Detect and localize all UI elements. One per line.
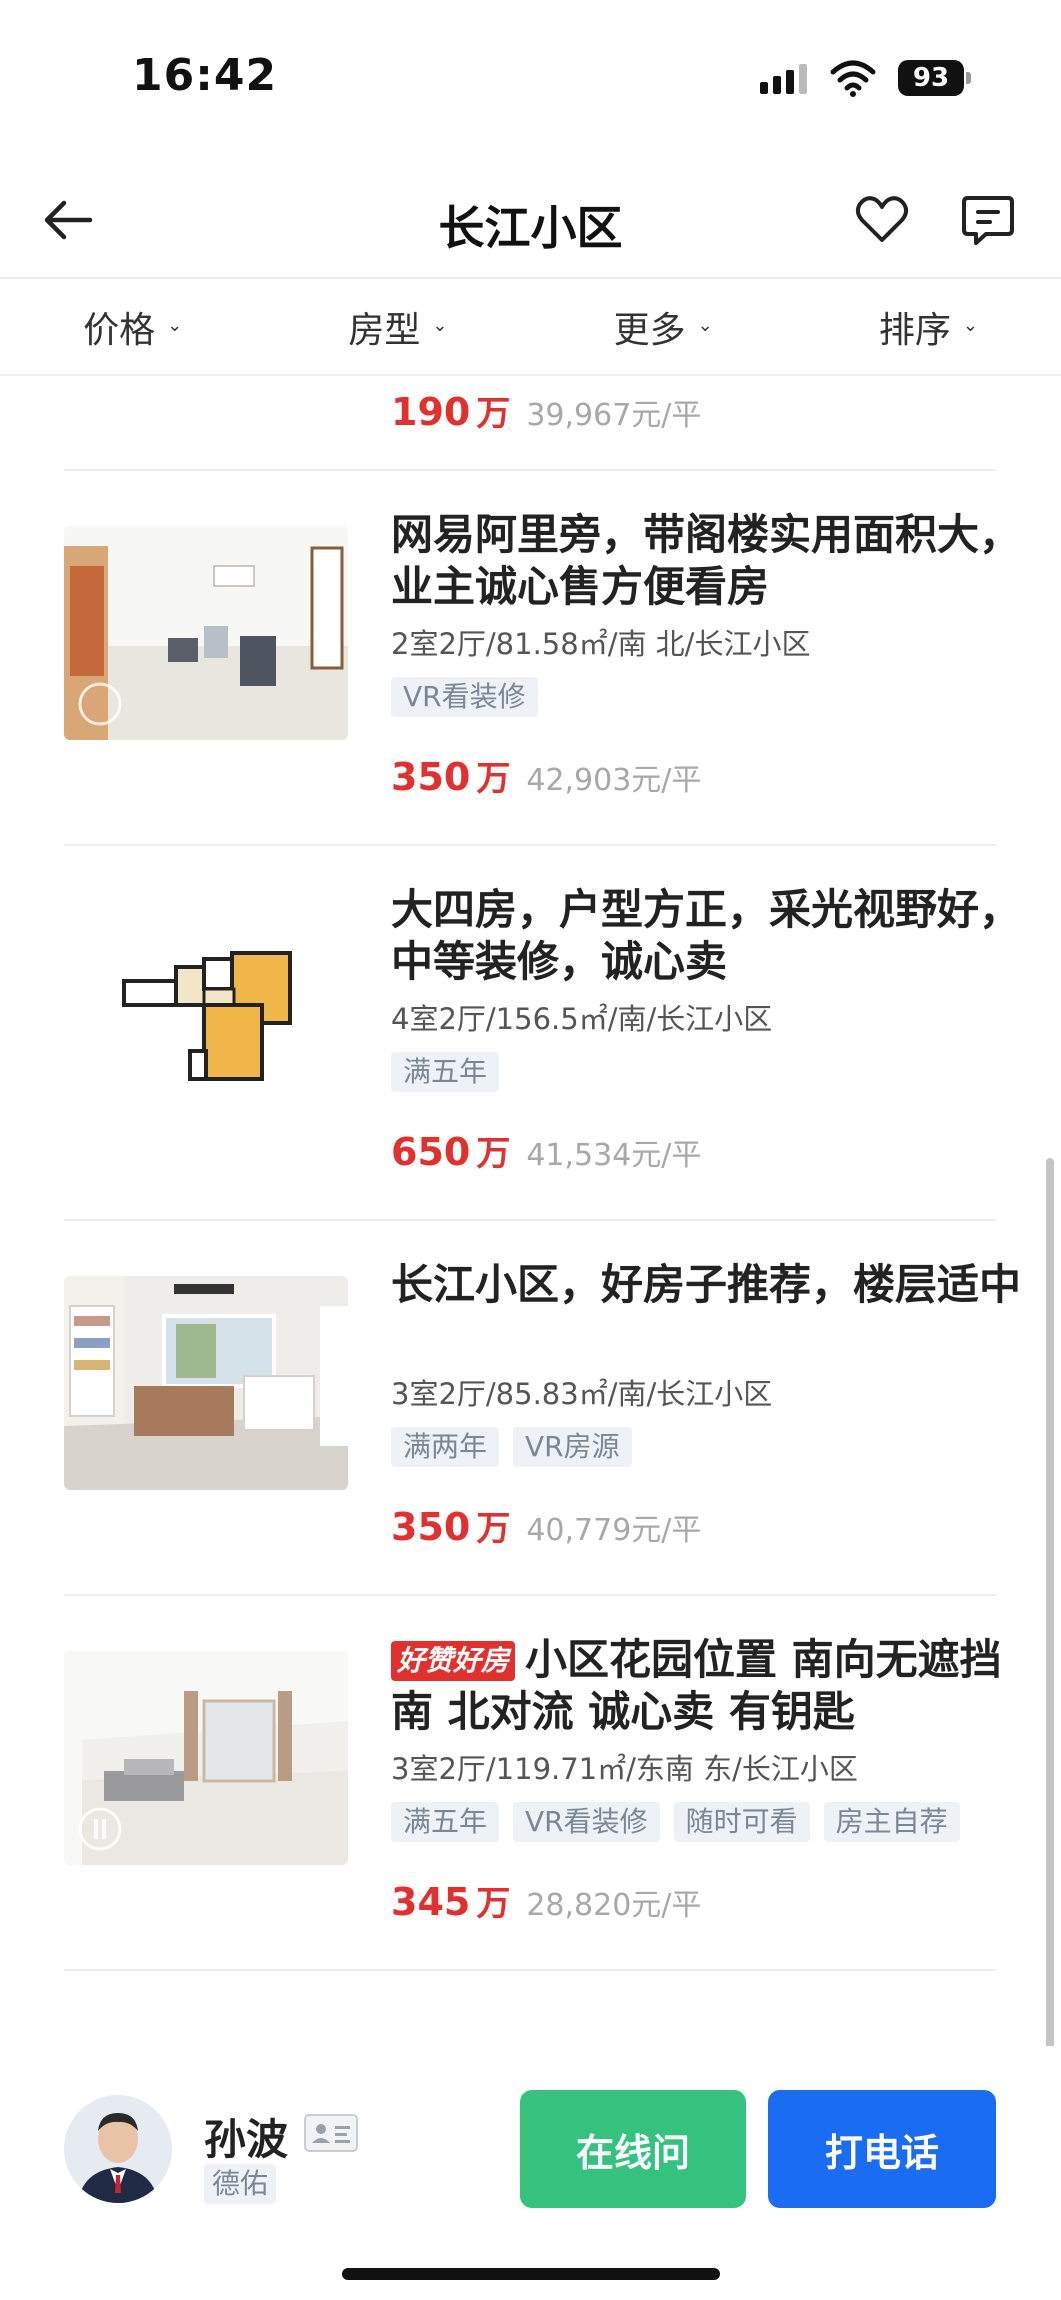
- chevron-down-icon: ⌄: [432, 314, 448, 336]
- unit-price: 28,820元/平: [526, 1888, 702, 1923]
- unit-price: 40,779元/平: [526, 1513, 702, 1548]
- online-chat-button[interactable]: 在线问: [520, 2090, 746, 2208]
- filter-bar: 价格 ⌄ 房型 ⌄ 更多 ⌄ 排序 ⌄: [0, 280, 1061, 374]
- price-row: 345 万 28,820元/平: [391, 1876, 1031, 1925]
- listing-title-text: 网易阿里旁，带阁楼实用面积大，业主诚心售方便看房: [391, 510, 1022, 611]
- listing-title: 好赞好房 小区花园位置 南向无遮挡南 北对流 诚心卖 有钥匙: [391, 1634, 1031, 1738]
- chevron-down-icon: ⌄: [962, 314, 978, 336]
- wifi-icon: [830, 60, 876, 97]
- tag: 房主自荐: [823, 1802, 960, 1842]
- status-bar: 16:42 93: [0, 0, 1061, 150]
- price-unit: 万: [476, 1509, 511, 1549]
- price-row: 650 万 41,534元/平: [391, 1126, 1031, 1175]
- unit-price: 41,534元/平: [526, 1138, 702, 1173]
- listing-title: 长江小区，好房子推荐，楼层适中: [391, 1259, 1031, 1363]
- agent-bar: 孙波 德佑 在线问 打电话: [0, 2046, 1061, 2300]
- unit-price: 42,903元/平: [526, 763, 702, 798]
- battery-indicator: 93: [898, 60, 972, 96]
- chat-icon[interactable]: [958, 190, 1018, 250]
- listing-meta: 4室2厅/156.5㎡/南/长江小区: [391, 1002, 773, 1036]
- listing-list[interactable]: 190 万 39,967元/平 网易阿里旁，带阁楼实用面积大，业主诚心售方便看房…: [0, 376, 1061, 2046]
- tag: VR看装修: [513, 1802, 660, 1842]
- filter-label: 更多: [613, 310, 686, 351]
- tag: 随时可看: [673, 1802, 810, 1842]
- agent-company: 德佑: [204, 2164, 277, 2204]
- listing-title-text: 长江小区，好房子推荐，楼层适中: [391, 1260, 1022, 1309]
- price-value: 350: [391, 1505, 471, 1549]
- scrollbar[interactable]: [1046, 1158, 1054, 2050]
- listing-meta: 3室2厅/119.71㎡/东南 东/长江小区: [391, 1752, 858, 1786]
- price-unit: 万: [476, 1134, 511, 1174]
- agent-avatar: [64, 2095, 172, 2203]
- listing-info: 大四房，户型方正，采光视野好，中等装修，诚心卖 4室2厅/156.5㎡/南/长江…: [391, 884, 1031, 1175]
- price-value: 345: [391, 1880, 471, 1924]
- listing-photo: [64, 1651, 348, 1865]
- tag-list: 满两年 VR房源: [391, 1427, 1031, 1469]
- tag: 满两年: [391, 1427, 500, 1467]
- listing-photo: [64, 526, 348, 740]
- filter-sort[interactable]: 排序 ⌄: [796, 280, 1061, 374]
- listing-title-text: 大四房，户型方正，采光视野好，中等装修，诚心卖: [391, 885, 1022, 986]
- filter-label: 排序: [878, 310, 951, 351]
- status-time: 16:42: [132, 50, 278, 101]
- home-indicator: [342, 2268, 720, 2280]
- price-value: 350: [391, 755, 471, 799]
- filter-label: 房型: [348, 310, 421, 351]
- chevron-down-icon: ⌄: [697, 314, 713, 336]
- listing-title: 大四房，户型方正，采光视野好，中等装修，诚心卖: [391, 884, 1031, 988]
- tag-list: 满五年: [391, 1052, 1031, 1094]
- battery-tip: [966, 72, 971, 84]
- tag-list: VR看装修: [391, 677, 1031, 719]
- price-unit: 万: [476, 394, 511, 434]
- filter-more[interactable]: 更多 ⌄: [531, 280, 796, 374]
- chevron-down-icon: ⌄: [167, 314, 183, 336]
- divider: [0, 277, 1061, 279]
- listing-photo: [64, 1276, 348, 1490]
- list-divider: [64, 1969, 996, 1971]
- listing-item[interactable]: 好赞好房 小区花园位置 南向无遮挡南 北对流 诚心卖 有钥匙 3室2厅/119.7…: [64, 1596, 1002, 1971]
- tag: VR看装修: [391, 677, 538, 717]
- listing-meta: 3室2厅/85.83㎡/南/长江小区: [391, 1377, 773, 1411]
- listing-meta: 2室2厅/81.58㎡/南 北/长江小区: [391, 627, 811, 661]
- price-unit: 万: [476, 759, 511, 799]
- listing-item[interactable]: 网易阿里旁，带阁楼实用面积大，业主诚心售方便看房 2室2厅/81.58㎡/南 北…: [64, 471, 1021, 846]
- price-unit: 万: [476, 1884, 511, 1924]
- battery-level: 93: [898, 60, 964, 96]
- listing-item[interactable]: 大四房，户型方正，采光视野好，中等装修，诚心卖 4室2厅/156.5㎡/南/长江…: [64, 846, 1021, 1221]
- partial-listing-price: 190 万 39,967元/平: [391, 386, 701, 446]
- signal-icon: [760, 64, 807, 94]
- filter-label: 价格: [83, 310, 156, 351]
- filter-price[interactable]: 价格 ⌄: [0, 280, 265, 374]
- listing-info: 长江小区，好房子推荐，楼层适中 3室2厅/85.83㎡/南/长江小区 满两年 V…: [391, 1259, 1031, 1550]
- tag-list: 满五年 VR看装修 随时可看 房主自荐: [391, 1802, 1031, 1844]
- unit-price: 39,967元/平: [526, 398, 702, 433]
- listing-info: 网易阿里旁，带阁楼实用面积大，业主诚心售方便看房 2室2厅/81.58㎡/南 北…: [391, 509, 1031, 800]
- heart-icon[interactable]: [852, 190, 912, 250]
- price-value: 190: [391, 390, 471, 434]
- call-button[interactable]: 打电话: [768, 2090, 996, 2208]
- good-house-badge: 好赞好房: [391, 1641, 516, 1681]
- tag: 满五年: [391, 1052, 500, 1092]
- price-value: 650: [391, 1130, 471, 1174]
- agent-name: 孙波: [204, 2115, 289, 2164]
- listing-info: 好赞好房 小区花园位置 南向无遮挡南 北对流 诚心卖 有钥匙 3室2厅/119.7…: [391, 1634, 1031, 1925]
- tag: 满五年: [391, 1802, 500, 1842]
- listing-title: 网易阿里旁，带阁楼实用面积大，业主诚心售方便看房: [391, 509, 1031, 613]
- nav-bar: 长江小区: [0, 170, 1061, 270]
- price-row: 350 万 42,903元/平: [391, 751, 1031, 800]
- floorplan-image: [64, 901, 348, 1115]
- tag: VR房源: [513, 1427, 632, 1467]
- business-card-icon[interactable]: [304, 2114, 358, 2152]
- filter-layout[interactable]: 房型 ⌄: [265, 280, 530, 374]
- price-row: 350 万 40,779元/平: [391, 1501, 1031, 1550]
- listing-item[interactable]: 长江小区，好房子推荐，楼层适中 3室2厅/85.83㎡/南/长江小区 满两年 V…: [64, 1221, 1021, 1596]
